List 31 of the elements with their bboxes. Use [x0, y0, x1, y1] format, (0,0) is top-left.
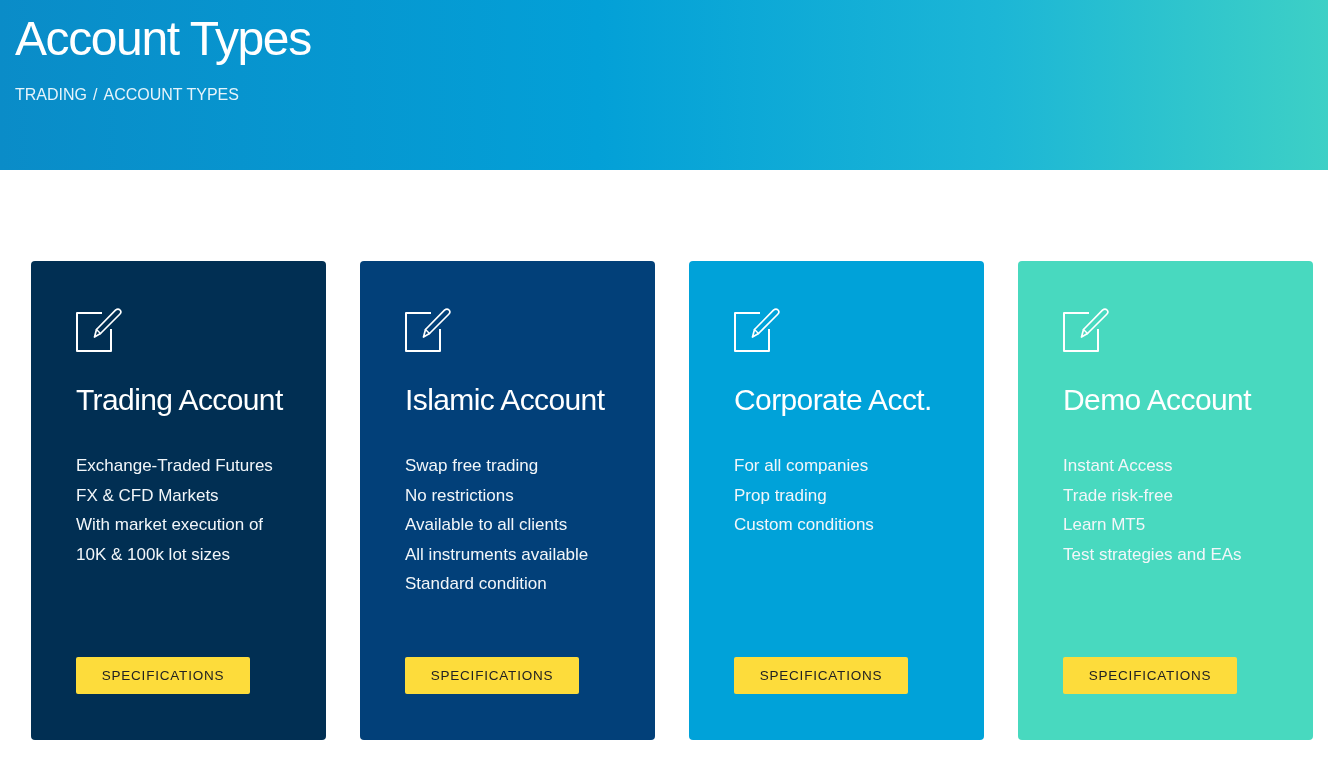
feature-text: Available to all clients — [405, 514, 569, 536]
feature-text: Learn MT5 — [1063, 514, 1147, 536]
card-title: Trading Account — [76, 382, 283, 418]
feature-text: Standard condition — [405, 573, 548, 595]
breadcrumb-current: ACCOUNT TYPES — [103, 85, 239, 105]
specifications-button[interactable]: SPECIFICATIONS — [405, 657, 579, 694]
feature-text: Swap free trading — [405, 455, 540, 477]
edit-note-icon — [76, 306, 122, 352]
card-title: Islamic Account — [405, 382, 605, 418]
feature-text: With market execution of — [76, 514, 265, 536]
feature-text: Prop trading — [734, 484, 828, 507]
edit-note-icon — [734, 306, 780, 352]
feature-text: No restrictions — [405, 484, 515, 507]
feature-text: Trade risk-free — [1063, 484, 1174, 507]
specifications-button[interactable]: SPECIFICATIONS — [734, 657, 908, 694]
feature-text: FX & CFD Markets — [76, 484, 220, 507]
breadcrumb-separator: / — [93, 85, 98, 105]
specifications-button[interactable]: SPECIFICATIONS — [76, 657, 250, 694]
card-title: Demo Account — [1063, 382, 1251, 418]
card-title: Corporate Acct. — [734, 382, 932, 418]
edit-note-icon — [405, 306, 451, 352]
feature-text: Custom conditions — [734, 514, 874, 536]
feature-text: Exchange-Traded Futures — [76, 455, 273, 477]
edit-note-icon — [1063, 306, 1109, 352]
specifications-button[interactable]: SPECIFICATIONS — [1063, 657, 1237, 694]
feature-text: For all companies — [734, 455, 870, 477]
feature-text: All instruments available — [405, 543, 589, 566]
feature-text: Instant Access — [1063, 455, 1174, 477]
feature-text: 10K & 100k lot sizes — [76, 543, 232, 566]
feature-text: Test strategies and EAs — [1063, 543, 1242, 566]
page-title: Account Types — [15, 11, 311, 67]
